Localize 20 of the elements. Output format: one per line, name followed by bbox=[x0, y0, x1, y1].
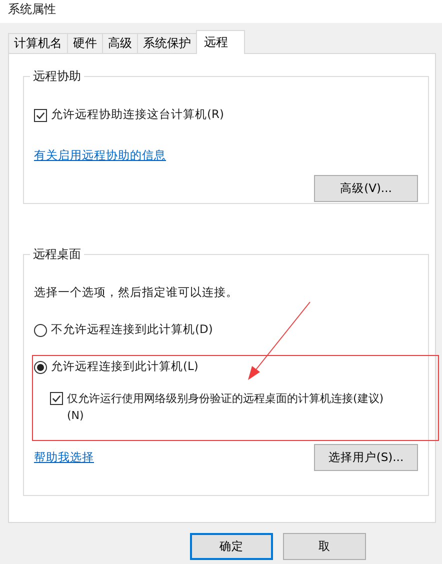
tab[interactable]: 远程 bbox=[196, 30, 245, 54]
ok-button[interactable]: 确定 bbox=[190, 533, 273, 560]
checkbox[interactable] bbox=[50, 392, 63, 405]
help-link[interactable]: 帮助我选择 bbox=[34, 450, 94, 465]
window-title: 系统属性 bbox=[0, 0, 442, 23]
select-users-button[interactable]: 选择用户(S)... bbox=[314, 444, 418, 471]
radio-label: 不允许远程连接到此计算机(D) bbox=[51, 322, 213, 337]
checkbox-label: 仅允许运行使用网络级别身份验证的远程桌面的计算机连接(建议)(N) bbox=[67, 391, 385, 424]
advanced-button[interactable]: 高级(V)... bbox=[314, 175, 418, 202]
group-title: 远程桌面 bbox=[32, 246, 82, 263]
radio-label: 允许远程连接到此计算机(L) bbox=[51, 359, 198, 374]
radio-button[interactable] bbox=[34, 361, 47, 374]
group-title: 远程协助 bbox=[32, 68, 82, 85]
checkbox-label: 允许远程协助连接这台计算机(R) bbox=[51, 107, 224, 122]
checkbox[interactable] bbox=[34, 109, 47, 122]
cancel-button[interactable]: 取 bbox=[283, 533, 366, 560]
info-link[interactable]: 有关启用远程协助的信息 bbox=[34, 148, 166, 163]
radio-button[interactable] bbox=[34, 324, 47, 337]
tab[interactable]: 计算机名 bbox=[8, 33, 68, 53]
instruction-text: 选择一个选项，然后指定谁可以连接。 bbox=[34, 285, 239, 300]
